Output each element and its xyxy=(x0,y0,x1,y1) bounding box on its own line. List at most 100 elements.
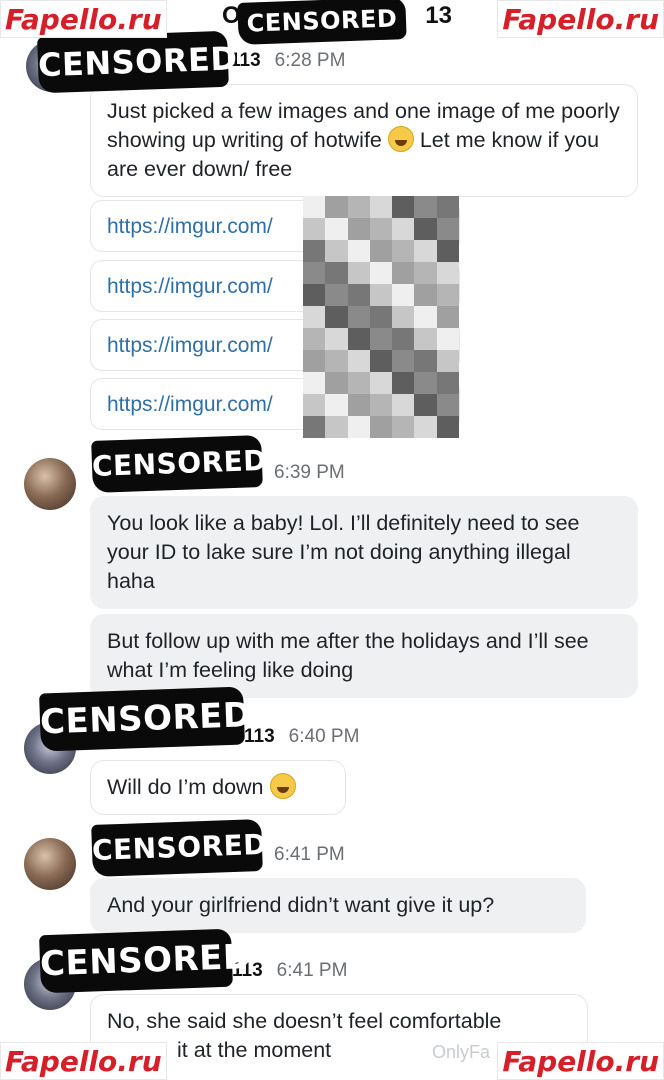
mosaic-cell xyxy=(414,218,437,240)
mosaic-cell xyxy=(436,350,459,372)
mosaic-cell xyxy=(436,240,459,262)
mosaic-cell xyxy=(392,218,415,240)
mosaic-cell xyxy=(347,196,370,218)
mosaic-cell xyxy=(414,394,437,416)
mosaic-cell xyxy=(436,328,459,350)
mosaic-cell xyxy=(436,372,459,394)
message-bubble[interactable]: And your girlfriend didn’t want give it … xyxy=(90,878,586,933)
link-text[interactable]: https://imgur.com/ xyxy=(107,393,273,416)
mosaic-cell xyxy=(369,350,393,372)
mosaic-cell xyxy=(303,372,326,394)
watermark-bottom-right: Fapello.ru xyxy=(497,1042,664,1080)
mosaic-cell xyxy=(303,196,326,218)
mosaic-cell xyxy=(303,350,326,372)
mosaic-cell xyxy=(392,240,415,262)
message-text: Will do I’m down xyxy=(107,775,264,799)
footer-watermark: OnlyFa xyxy=(432,1042,491,1062)
link-text[interactable]: https://imgur.com/ xyxy=(107,275,273,298)
message-text: You look like a baby! Lol. I’ll definite… xyxy=(107,511,580,593)
mosaic-cell xyxy=(436,306,459,328)
censor-bar-sender: CENSORED xyxy=(91,819,268,877)
mosaic-cell xyxy=(369,306,393,328)
message-meta: 113 6:28 PM xyxy=(230,50,345,72)
mosaic-cell xyxy=(325,306,348,328)
link-text[interactable]: https://imgur.com/ xyxy=(107,334,273,357)
mosaic-cell xyxy=(369,196,393,218)
censor-bar-sender: CENSORED xyxy=(37,30,238,94)
message-time: 6:41 PM xyxy=(276,960,348,981)
mosaic-cell xyxy=(347,218,370,240)
mosaic-cell xyxy=(436,416,459,438)
mosaic-cell xyxy=(392,372,415,394)
mosaic-cell xyxy=(303,240,326,262)
mosaic-cell xyxy=(369,240,393,262)
sweat-smile-emoji-icon xyxy=(269,773,296,799)
mosaic-cell xyxy=(369,394,393,416)
mosaic-cell xyxy=(414,306,437,328)
mosaic-cell xyxy=(325,262,348,284)
laughing-face-emoji-icon xyxy=(387,126,414,152)
mosaic-cell xyxy=(303,328,326,350)
mosaic-cell xyxy=(436,284,459,306)
mosaic-cell xyxy=(414,262,437,284)
mosaic-cell xyxy=(303,218,326,240)
message-time: 6:40 PM xyxy=(288,726,360,747)
message-bubble[interactable]: Just picked a few images and one image o… xyxy=(90,84,638,197)
message-bubble[interactable]: Will do I’m down xyxy=(90,760,346,815)
message-time: 6:41 PM xyxy=(274,844,345,865)
mosaic-cell xyxy=(392,284,415,306)
message-text: But follow up with me after the holidays… xyxy=(107,629,589,682)
mosaic-cell xyxy=(325,240,348,262)
mosaic-cell xyxy=(325,218,348,240)
mosaic-cell xyxy=(347,328,370,350)
message-bubble[interactable]: But follow up with me after the holidays… xyxy=(90,614,638,698)
mosaic-cell xyxy=(392,328,415,350)
censor-bar-sender: CENSORED xyxy=(39,686,252,752)
watermark-bottom-left: Fapello.ru xyxy=(0,1042,167,1080)
message-bubble[interactable]: You look like a baby! Lol. I’ll definite… xyxy=(90,496,638,609)
mosaic-cell xyxy=(392,394,415,416)
mosaic-cell xyxy=(325,372,348,394)
message-time: 6:39 PM xyxy=(274,462,345,483)
message-text: And your girlfriend didn’t want give it … xyxy=(107,893,495,917)
message-meta: 113 6:40 PM xyxy=(244,726,359,748)
mosaic-cell xyxy=(414,328,437,350)
mosaic-cell xyxy=(392,350,415,372)
title-suffix: 13 xyxy=(425,2,452,29)
mosaic-cell xyxy=(392,416,415,438)
mosaic-cell xyxy=(436,394,459,416)
mosaic-cell xyxy=(347,284,370,306)
mosaic-cell xyxy=(392,196,415,218)
mosaic-cell xyxy=(414,284,437,306)
mosaic-cell xyxy=(325,284,348,306)
mosaic-cell xyxy=(347,416,370,438)
avatar[interactable] xyxy=(24,458,76,510)
mosaic-cell xyxy=(414,196,437,218)
mosaic-cell xyxy=(303,416,326,438)
censor-bar-sender: CENSORED xyxy=(39,928,252,994)
mosaic-cell xyxy=(303,306,326,328)
message-time: 6:28 PM xyxy=(274,50,346,71)
mosaic-cell xyxy=(369,262,393,284)
censor-bar-title: CENSORED xyxy=(237,0,407,45)
mosaic-cell xyxy=(347,394,370,416)
mosaic-cell xyxy=(347,262,370,284)
mosaic-cell xyxy=(347,306,370,328)
avatar[interactable] xyxy=(24,838,76,890)
link-text[interactable]: https://imgur.com/ xyxy=(107,215,273,238)
mosaic-cell xyxy=(325,196,348,218)
mosaic-cell xyxy=(303,284,326,306)
mosaic-cell xyxy=(392,262,415,284)
mosaic-cell xyxy=(436,262,459,284)
mosaic-cell xyxy=(347,350,370,372)
mosaic-cell xyxy=(369,372,393,394)
message-text-line: No, she said she doesn’t feel comfortabl… xyxy=(107,1009,502,1033)
mosaic-cell xyxy=(303,394,326,416)
watermark-top-right: Fapello.ru xyxy=(497,0,664,38)
pixelated-censor xyxy=(303,196,459,438)
mosaic-cell xyxy=(369,284,393,306)
mosaic-cell xyxy=(436,218,459,240)
mosaic-cell xyxy=(392,306,415,328)
mosaic-cell xyxy=(325,328,348,350)
watermark-top-left: Fapello.ru xyxy=(0,0,167,38)
